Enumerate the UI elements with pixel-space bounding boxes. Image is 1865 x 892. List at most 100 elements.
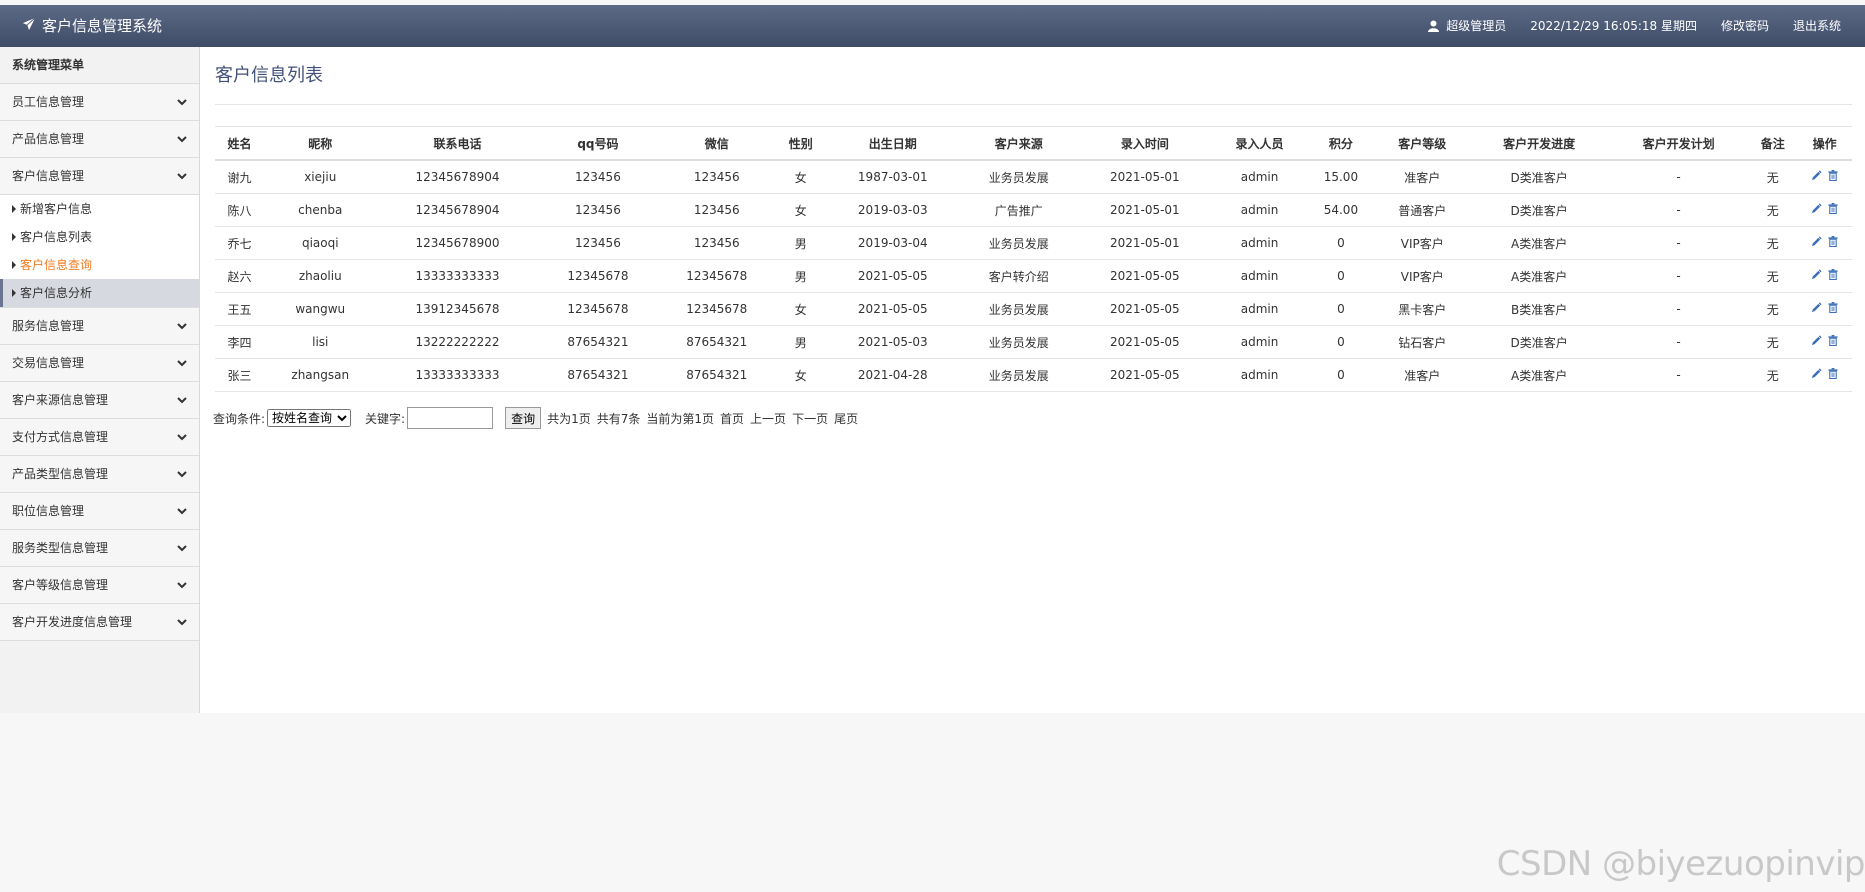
table-cell: 54.00 bbox=[1306, 193, 1376, 227]
col-header: 积分 bbox=[1306, 126, 1376, 161]
table-cell: 2021-05-01 bbox=[1077, 193, 1213, 227]
col-header: 录入人员 bbox=[1212, 126, 1307, 161]
delete-icon[interactable] bbox=[1828, 269, 1838, 280]
next-page-link[interactable]: 下一页 bbox=[792, 410, 828, 427]
table-cell: lisi bbox=[264, 325, 377, 359]
table-cell: 12345678 bbox=[538, 259, 658, 293]
table-cell: 13912345678 bbox=[376, 292, 539, 326]
menu-trade[interactable]: 交易信息管理 bbox=[0, 345, 199, 382]
table-cell: 女 bbox=[776, 292, 826, 326]
delete-icon[interactable] bbox=[1828, 302, 1838, 313]
chevron-down-icon bbox=[177, 567, 187, 603]
menu-customer-source[interactable]: 客户来源信息管理 bbox=[0, 382, 199, 419]
table-cell: 赵六 bbox=[215, 259, 265, 293]
table-cell: admin bbox=[1212, 193, 1307, 227]
menu-customer[interactable]: 客户信息管理 bbox=[0, 158, 199, 195]
menu-service[interactable]: 服务信息管理 bbox=[0, 308, 199, 345]
menu-label: 服务信息管理 bbox=[12, 319, 85, 333]
submenu-customer-list[interactable]: 客户信息列表 bbox=[0, 223, 199, 251]
table-cell: 13333333333 bbox=[376, 358, 539, 392]
table-cell: 无 bbox=[1748, 259, 1798, 293]
page-title: 客户信息列表 bbox=[215, 65, 323, 86]
prev-page-link[interactable]: 上一页 bbox=[750, 410, 786, 427]
user-icon bbox=[1428, 20, 1440, 32]
menu-label: 客户信息管理 bbox=[12, 169, 85, 183]
edit-icon[interactable] bbox=[1811, 236, 1822, 247]
menu-service-type[interactable]: 服务类型信息管理 bbox=[0, 530, 199, 567]
table-cell: 123456 bbox=[657, 160, 777, 194]
menu-customer-level[interactable]: 客户等级信息管理 bbox=[0, 567, 199, 604]
first-page-link[interactable]: 首页 bbox=[720, 410, 744, 427]
caret-right-icon bbox=[12, 289, 16, 297]
row-actions bbox=[1797, 259, 1852, 293]
keyword-input[interactable] bbox=[407, 407, 494, 429]
table-cell: 12345678904 bbox=[376, 160, 539, 194]
submenu-customer-query[interactable]: 客户信息查询 bbox=[0, 251, 199, 279]
table-cell: 12345678 bbox=[657, 292, 777, 326]
table-row: 李四 lisi 13222222222 87654321 87654321 男 2021-0… bbox=[215, 325, 1852, 359]
menu-label: 客户等级信息管理 bbox=[12, 578, 109, 592]
col-header: 客户等级 bbox=[1375, 126, 1470, 161]
table-cell: 业务员发展 bbox=[960, 358, 1078, 392]
delete-icon[interactable] bbox=[1828, 170, 1838, 181]
menu-product[interactable]: 产品信息管理 bbox=[0, 121, 199, 158]
table-cell: 男 bbox=[776, 259, 826, 293]
change-password-link[interactable]: 修改密码 bbox=[1721, 5, 1769, 47]
delete-icon[interactable] bbox=[1828, 335, 1838, 346]
table-cell: zhangsan bbox=[264, 358, 377, 392]
table-cell: 男 bbox=[776, 226, 826, 260]
condition-label: 查询条件: bbox=[213, 411, 266, 426]
table-cell: chenba bbox=[264, 193, 377, 227]
submenu-customer-analysis[interactable]: 客户信息分析 bbox=[0, 279, 199, 307]
menu-label: 员工信息管理 bbox=[12, 95, 85, 109]
delete-icon[interactable] bbox=[1828, 368, 1838, 379]
table-cell: 15.00 bbox=[1306, 160, 1376, 194]
col-header: 客户开发计划 bbox=[1608, 126, 1749, 161]
table-cell: 87654321 bbox=[657, 358, 777, 392]
edit-icon[interactable] bbox=[1811, 368, 1822, 379]
menu-employee[interactable]: 员工信息管理 bbox=[0, 84, 199, 121]
condition-select[interactable]: 按姓名查询 bbox=[267, 409, 352, 427]
row-actions bbox=[1797, 160, 1852, 194]
menu-label: 支付方式信息管理 bbox=[12, 430, 109, 444]
col-header: qq号码 bbox=[538, 126, 658, 161]
chevron-down-icon bbox=[177, 158, 187, 194]
menu-position[interactable]: 职位信息管理 bbox=[0, 493, 199, 530]
col-header: 客户来源 bbox=[960, 126, 1078, 161]
edit-icon[interactable] bbox=[1811, 269, 1822, 280]
table-cell: A类准客户 bbox=[1469, 226, 1609, 260]
edit-icon[interactable] bbox=[1811, 170, 1822, 181]
table-header-row: 姓名 昵称 联系电话 qq号码 微信 性别 出生日期 客户来源 录入时间 录入人… bbox=[215, 126, 1852, 161]
submenu-label: 客户信息查询 bbox=[20, 258, 93, 272]
row-actions bbox=[1797, 358, 1852, 392]
sidebar: 系统管理菜单 员工信息管理 产品信息管理 客户信息管理 新增客户信息 客户信息列… bbox=[0, 47, 200, 713]
table-cell: 0 bbox=[1306, 226, 1376, 260]
table-row: 张三 zhangsan 13333333333 87654321 87654321 女 20… bbox=[215, 358, 1852, 392]
table-cell: 业务员发展 bbox=[960, 160, 1078, 194]
table-cell: xiejiu bbox=[264, 160, 377, 194]
table-cell: admin bbox=[1212, 358, 1307, 392]
chevron-down-icon bbox=[177, 419, 187, 455]
table-cell: admin bbox=[1212, 292, 1307, 326]
edit-icon[interactable] bbox=[1811, 335, 1822, 346]
menu-label: 服务类型信息管理 bbox=[12, 541, 109, 555]
delete-icon[interactable] bbox=[1828, 203, 1838, 214]
table-row: 赵六 zhaoliu 13333333333 12345678 12345678 男 202… bbox=[215, 259, 1852, 293]
table-cell: 123456 bbox=[657, 193, 777, 227]
customer-table: 姓名 昵称 联系电话 qq号码 微信 性别 出生日期 客户来源 录入时间 录入人… bbox=[215, 126, 1852, 392]
chevron-down-icon bbox=[177, 382, 187, 418]
query-button[interactable]: 查询 bbox=[505, 407, 542, 429]
chevron-down-icon bbox=[177, 493, 187, 529]
edit-icon[interactable] bbox=[1811, 203, 1822, 214]
logout-link[interactable]: 退出系统 bbox=[1793, 5, 1841, 47]
last-page-link[interactable]: 尾页 bbox=[834, 410, 858, 427]
col-header: 操作 bbox=[1797, 126, 1852, 161]
table-cell: - bbox=[1608, 259, 1749, 293]
delete-icon[interactable] bbox=[1828, 236, 1838, 247]
submenu-add-customer[interactable]: 新增客户信息 bbox=[0, 195, 199, 223]
menu-product-type[interactable]: 产品类型信息管理 bbox=[0, 456, 199, 493]
edit-icon[interactable] bbox=[1811, 302, 1822, 313]
table-row: 王五 wangwu 13912345678 12345678 12345678 女 2021… bbox=[215, 292, 1852, 326]
menu-payment[interactable]: 支付方式信息管理 bbox=[0, 419, 199, 456]
menu-dev-progress[interactable]: 客户开发进度信息管理 bbox=[0, 604, 199, 641]
